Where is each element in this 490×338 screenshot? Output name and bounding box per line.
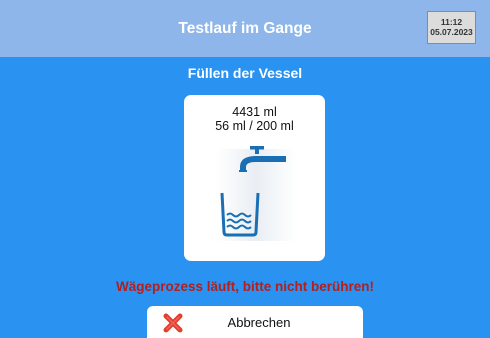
clock-display: 11:12 05.07.2023: [427, 11, 476, 44]
cancel-button[interactable]: Abbrechen: [147, 306, 363, 338]
status-card: 4431 ml 56 ml / 200 ml: [184, 95, 325, 261]
clock-time: 11:12: [440, 17, 463, 27]
faucet-filling-beaker-icon: [216, 146, 296, 241]
clock-date: 05.07.2023: [430, 27, 473, 37]
total-volume: 4431 ml: [232, 105, 277, 119]
red-x-icon: [163, 313, 183, 333]
page-title: Testlauf im Gange: [178, 20, 312, 37]
warning-message: Wägeprozess läuft, bitte nicht berühren!: [115, 279, 375, 294]
step-subtitle: Füllen der Vessel: [187, 65, 303, 81]
cancel-button-label: Abbrechen: [227, 315, 291, 330]
fill-progress: 56 ml / 200 ml: [215, 119, 294, 133]
screen: Testlauf im Gange 11:12 05.07.2023 Fülle…: [0, 0, 490, 338]
title-bar: Testlauf im Gange 11:12 05.07.2023: [0, 0, 490, 57]
